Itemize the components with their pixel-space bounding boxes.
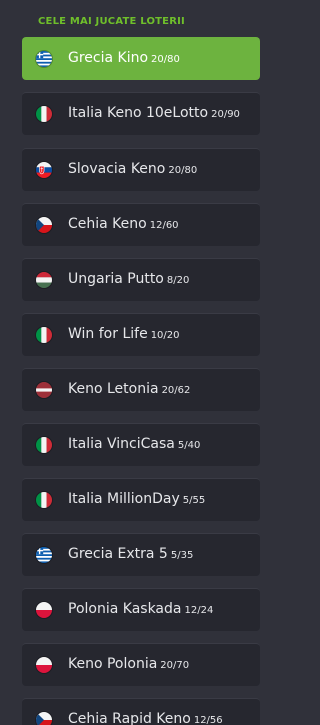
czech-flag-icon: [36, 712, 52, 725]
lottery-label: Cehia Keno 12/60: [68, 216, 179, 232]
lottery-label: Cehia Rapid Keno 12/56: [68, 711, 223, 725]
lottery-item-italia-millionday[interactable]: Italia MillionDay 5/55: [22, 478, 260, 521]
italy-flag-icon: [36, 492, 52, 508]
lottery-label: Keno Polonia 20/70: [68, 656, 190, 672]
lottery-label: Italia MillionDay 5/55: [68, 491, 206, 507]
lottery-item-cehia-rapid-keno[interactable]: Cehia Rapid Keno 12/56: [22, 698, 260, 725]
lottery-item-italia-keno-10elotto[interactable]: Italia Keno 10eLotto 20/90: [22, 92, 260, 135]
lottery-item-grecia-extra-5[interactable]: Grecia Extra 5 5/35: [22, 533, 260, 576]
lottery-label: Keno Letonia 20/62: [68, 381, 191, 397]
latvia-flag-icon: [36, 382, 52, 398]
greece-flag-icon: [36, 51, 52, 67]
lottery-item-polonia-kaskada[interactable]: Polonia Kaskada 12/24: [22, 588, 260, 631]
italy-flag-icon: [36, 106, 52, 122]
lottery-label: Win for Life 10/20: [68, 326, 180, 342]
lottery-label: Grecia Kino 20/80: [68, 50, 180, 66]
lottery-item-ungaria-putto[interactable]: Ungaria Putto 8/20: [22, 258, 260, 301]
lottery-item-win-for-life[interactable]: Win for Life 10/20: [22, 313, 260, 356]
italy-flag-icon: [36, 437, 52, 453]
poland-flag-icon: [36, 602, 52, 618]
lottery-label: Polonia Kaskada 12/24: [68, 601, 214, 617]
lottery-item-keno-polonia[interactable]: Keno Polonia 20/70: [22, 643, 260, 686]
slovakia-flag-icon: [36, 162, 52, 178]
lottery-item-grecia-kino[interactable]: Grecia Kino 20/80: [22, 37, 260, 80]
lottery-item-cehia-keno[interactable]: Cehia Keno 12/60: [22, 203, 260, 246]
lotteries-panel: CELE MAI JUCATE LOTERII Grecia Kino 20/80…: [0, 0, 276, 725]
lottery-label: Slovacia Keno 20/80: [68, 161, 198, 177]
poland-flag-icon: [36, 657, 52, 673]
lottery-label: Ungaria Putto 8/20: [68, 271, 190, 287]
greece-flag-icon: [36, 547, 52, 563]
lottery-item-italia-vincicasa[interactable]: Italia VinciCasa 5/40: [22, 423, 260, 466]
czech-flag-icon: [36, 217, 52, 233]
lottery-label: Italia VinciCasa 5/40: [68, 436, 201, 452]
hungary-flag-icon: [36, 272, 52, 288]
lottery-item-slovacia-keno[interactable]: Slovacia Keno 20/80: [22, 148, 260, 191]
lottery-list: Grecia Kino 20/80 Italia Keno 10eLotto 20/…: [0, 0, 276, 725]
italy-flag-icon: [36, 327, 52, 343]
lottery-item-keno-letonia[interactable]: Keno Letonia 20/62: [22, 368, 260, 411]
lottery-label: Grecia Extra 5 5/35: [68, 546, 194, 562]
lottery-label: Italia Keno 10eLotto 20/90: [68, 105, 240, 121]
